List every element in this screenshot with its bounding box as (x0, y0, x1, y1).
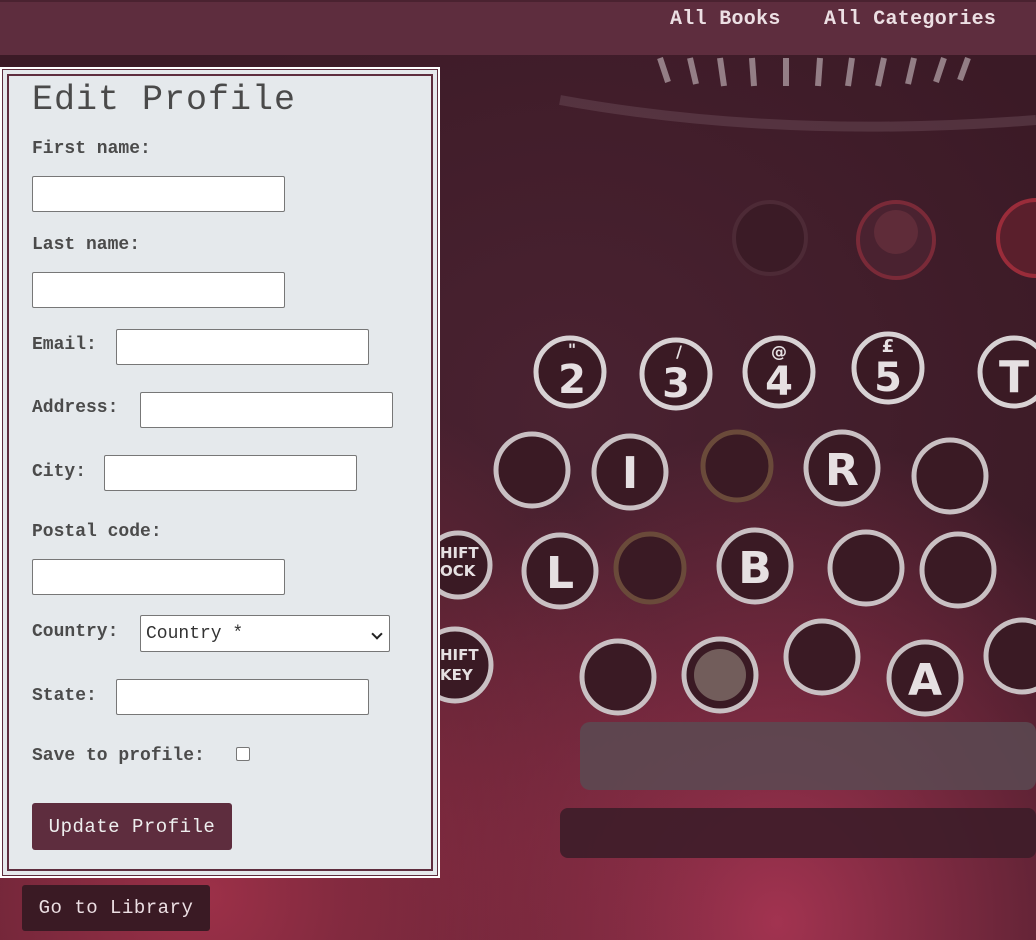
svg-text:I: I (622, 448, 638, 499)
chevron-down-icon (371, 628, 383, 640)
city-label: City: (32, 462, 87, 482)
last-name-label: Last name: (32, 235, 141, 255)
svg-text:3: 3 (662, 361, 690, 407)
svg-text:R: R (825, 445, 859, 496)
country-select[interactable]: Country * (140, 615, 390, 652)
svg-text:HIFT: HIFT (440, 646, 479, 664)
email-input[interactable] (116, 329, 369, 365)
first-name-label: First name: (32, 139, 151, 159)
svg-text:5: 5 (874, 355, 902, 401)
svg-text:L: L (546, 548, 574, 599)
typebars (657, 56, 971, 87)
svg-text:HIFT: HIFT (440, 544, 479, 562)
country-label: Country: (32, 622, 119, 642)
upper-knobs (732, 198, 1036, 280)
svg-text:£: £ (882, 336, 895, 357)
state-label: State: (32, 686, 97, 706)
last-name-input[interactable] (32, 272, 285, 308)
first-name-input[interactable] (32, 176, 285, 212)
save-to-profile-label: Save to profile: (32, 746, 205, 766)
go-to-library-button[interactable]: Go to Library (22, 885, 210, 931)
address-label: Address: (32, 398, 119, 418)
svg-text:B: B (738, 543, 772, 594)
country-select-value: Country * (146, 624, 244, 644)
svg-text:/: / (676, 342, 682, 361)
email-label: Email: (32, 335, 97, 355)
postal-code-label: Postal code: (32, 522, 162, 542)
second-key-row (493, 429, 989, 515)
postal-code-input[interactable] (32, 559, 285, 595)
city-input[interactable] (104, 455, 357, 491)
svg-text:T: T (999, 352, 1029, 403)
svg-text:OCK: OCK (440, 562, 477, 580)
svg-text:2: 2 (558, 357, 586, 403)
space-bar (580, 722, 1036, 790)
svg-text:4: 4 (765, 359, 793, 405)
update-profile-button[interactable]: Update Profile (32, 803, 232, 850)
save-to-profile-checkbox[interactable] (236, 747, 250, 761)
nav-all-books-link[interactable]: All Books (670, 8, 781, 31)
state-input[interactable] (116, 679, 369, 715)
top-navbar: All Books All Categories (0, 0, 1036, 55)
third-key-row (423, 527, 997, 610)
svg-text:KEY: KEY (440, 666, 474, 684)
address-input[interactable] (140, 392, 393, 428)
page-title: Edit Profile (32, 80, 297, 120)
svg-text:@: @ (771, 342, 787, 361)
nav-all-categories-link[interactable]: All Categories (824, 8, 996, 31)
svg-text:": " (568, 340, 576, 359)
svg-text:A: A (908, 655, 942, 706)
